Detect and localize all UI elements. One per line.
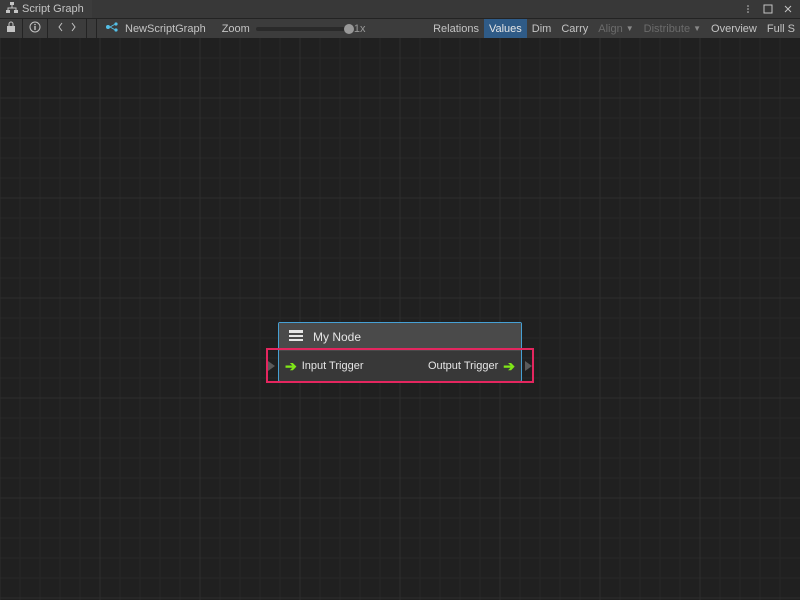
graph-node[interactable]: My Node ➔ Input Trigger Output Trigger ➔ xyxy=(278,322,522,382)
toolbar-fullscreen[interactable]: Full S xyxy=(762,19,800,39)
asset-breadcrumb[interactable]: NewScriptGraph xyxy=(97,19,214,39)
output-trigger-label: Output Trigger xyxy=(428,360,498,372)
toolbar-values[interactable]: Values xyxy=(484,19,527,39)
graph-asset-icon xyxy=(105,21,119,36)
asset-name: NewScriptGraph xyxy=(125,23,206,35)
toolbar-align[interactable]: Align▼ xyxy=(593,19,638,39)
lock-button[interactable] xyxy=(0,19,23,39)
close-icon[interactable] xyxy=(780,1,796,17)
window-controls xyxy=(740,1,800,17)
titlebar: Script Graph xyxy=(0,0,800,18)
zoom-slider-handle[interactable] xyxy=(344,24,354,34)
arrows-icon xyxy=(58,22,76,35)
arrows-button[interactable] xyxy=(48,19,87,39)
toolbar: NewScriptGraph Zoom 1x Relations Values … xyxy=(0,18,800,38)
node-body: ➔ Input Trigger Output Trigger ➔ xyxy=(279,351,521,381)
zoom-control[interactable]: Zoom 1x xyxy=(214,19,374,39)
script-graph-window: Script Graph xyxy=(0,0,800,600)
node-header[interactable]: My Node xyxy=(279,323,521,351)
graph-canvas[interactable]: My Node ➔ Input Trigger Output Trigger ➔ xyxy=(0,38,800,600)
tab-script-graph[interactable]: Script Graph xyxy=(0,0,92,18)
node-type-icon xyxy=(287,327,305,348)
toolbar-right: Relations Values Dim Carry Align▼ Distri… xyxy=(428,19,800,39)
maximize-icon[interactable] xyxy=(760,1,776,17)
zoom-label: Zoom xyxy=(222,23,250,35)
flow-arrow-out-icon: ➔ xyxy=(503,358,515,375)
chevron-down-icon: ▼ xyxy=(626,24,634,33)
toolbar-dim[interactable]: Dim xyxy=(527,19,557,39)
lock-icon xyxy=(6,21,16,36)
node-output-port[interactable]: Output Trigger ➔ xyxy=(428,358,515,375)
zoom-slider[interactable] xyxy=(256,27,348,31)
output-port-triangle-icon[interactable] xyxy=(525,361,532,371)
hierarchy-icon xyxy=(6,2,18,17)
toolbar-distribute[interactable]: Distribute▼ xyxy=(639,19,706,39)
input-trigger-label: Input Trigger xyxy=(302,360,364,372)
toolbar-separator xyxy=(87,19,97,39)
toolbar-relations[interactable]: Relations xyxy=(428,19,484,39)
toolbar-overview[interactable]: Overview xyxy=(706,19,762,39)
chevron-down-icon: ▼ xyxy=(693,24,701,33)
info-button[interactable] xyxy=(23,19,48,39)
grid xyxy=(0,38,800,600)
flow-arrow-in-icon: ➔ xyxy=(285,358,297,375)
node-title: My Node xyxy=(313,330,361,344)
input-port-triangle-icon[interactable] xyxy=(268,361,275,371)
node-input-port[interactable]: ➔ Input Trigger xyxy=(285,358,364,375)
info-icon xyxy=(29,21,41,36)
tab-title: Script Graph xyxy=(22,3,84,15)
more-icon[interactable] xyxy=(740,1,756,17)
zoom-value: 1x xyxy=(354,23,366,35)
toolbar-carry[interactable]: Carry xyxy=(556,19,593,39)
